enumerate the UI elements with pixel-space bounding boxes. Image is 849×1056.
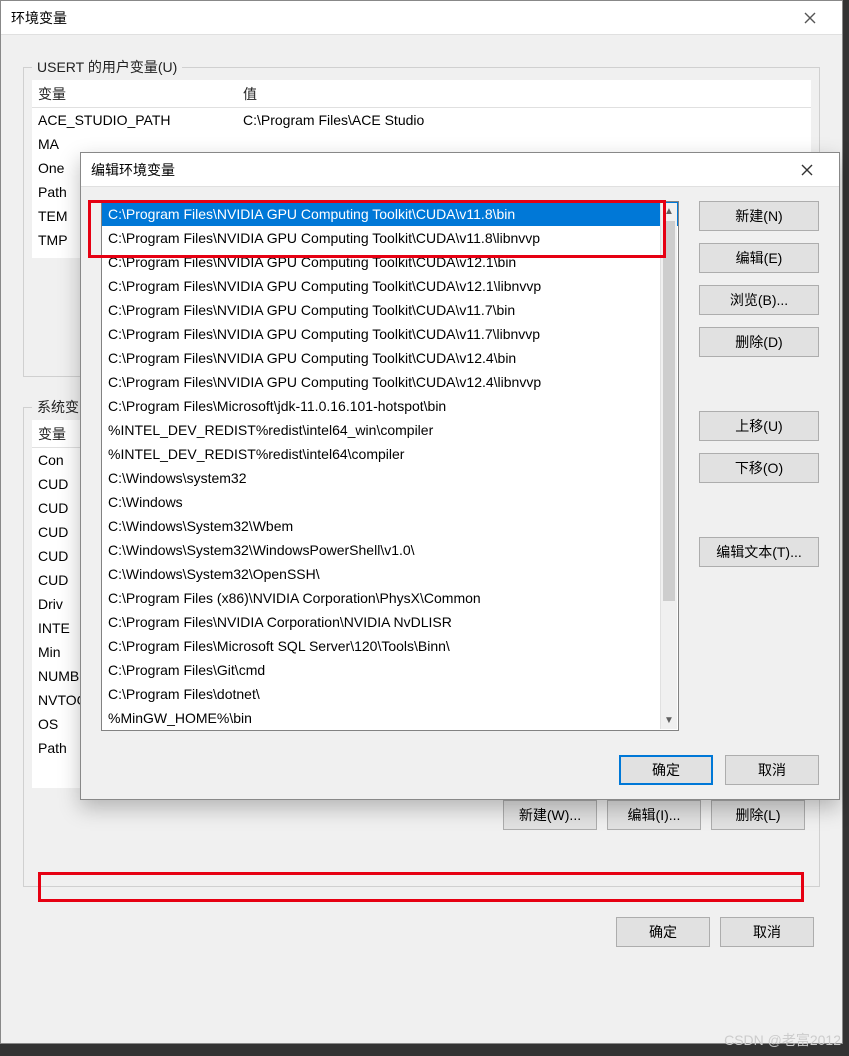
scroll-up-icon[interactable]: ▲ (661, 203, 677, 220)
inner-title: 编辑环境变量 (91, 160, 175, 180)
delete-button[interactable]: 删除(L) (711, 800, 805, 830)
list-item[interactable]: C:\Program Files\NVIDIA GPU Computing To… (102, 298, 678, 322)
outer-title: 环境变量 (11, 8, 67, 28)
outer-titlebar: 环境变量 (1, 1, 842, 35)
list-item[interactable]: C:\Program Files\NVIDIA GPU Computing To… (102, 370, 678, 394)
list-item[interactable]: C:\Program Files\Git\cmd (102, 658, 678, 682)
list-item[interactable]: C:\Windows\System32\WindowsPowerShell\v1… (102, 538, 678, 562)
user-table-header: 变量 值 (32, 80, 811, 108)
list-item[interactable]: %INTEL_DEV_REDIST%redist\intel64\compile… (102, 442, 678, 466)
edit-button[interactable]: 编辑(I)... (607, 800, 701, 830)
new-button[interactable]: 新建(N) (699, 201, 819, 231)
path-list-container: C:\Program Files\NVIDIA GPU Computing To… (101, 201, 679, 731)
list-item[interactable]: C:\Windows\System32\OpenSSH\ (102, 562, 678, 586)
list-item[interactable]: C:\Program Files\NVIDIA GPU Computing To… (102, 274, 678, 298)
list-item[interactable]: C:\Program Files\NVIDIA GPU Computing To… (102, 226, 678, 250)
path-list[interactable]: C:\Program Files\NVIDIA GPU Computing To… (102, 202, 678, 730)
scroll-thumb[interactable] (663, 221, 675, 601)
cancel-button[interactable]: 取消 (720, 917, 814, 947)
list-item[interactable]: C:\Program Files\NVIDIA GPU Computing To… (102, 346, 678, 370)
inner-footer: 确定 取消 (81, 745, 839, 785)
list-item[interactable]: C:\Program Files\NVIDIA GPU Computing To… (102, 250, 678, 274)
edit-button[interactable]: 编辑(E) (699, 243, 819, 273)
ok-button[interactable]: 确定 (616, 917, 710, 947)
edit-env-var-dialog: 编辑环境变量 C:\Program Files\NVIDIA GPU Compu… (80, 152, 840, 800)
outer-footer: 确定 取消 (23, 905, 820, 959)
header-var: 变量 (38, 84, 243, 104)
side-buttons: 新建(N) 编辑(E) 浏览(B)... 删除(D) 上移(U) 下移(O) 编… (699, 201, 819, 731)
cancel-button[interactable]: 取消 (725, 755, 819, 785)
table-row[interactable]: ACE_STUDIO_PATHC:\Program Files\ACE Stud… (32, 108, 811, 132)
close-icon[interactable] (785, 155, 829, 185)
edit-text-button[interactable]: 编辑文本(T)... (699, 537, 819, 567)
user-vars-legend: USERT 的用户变量(U) (32, 57, 182, 77)
close-icon[interactable] (788, 3, 832, 33)
list-item[interactable]: C:\Program Files\NVIDIA GPU Computing To… (102, 322, 678, 346)
header-val: 值 (243, 84, 257, 104)
list-item[interactable]: C:\Program Files\NVIDIA GPU Computing To… (102, 202, 678, 226)
move-down-button[interactable]: 下移(O) (699, 453, 819, 483)
list-item[interactable]: C:\Windows (102, 490, 678, 514)
list-item[interactable]: C:\Windows\System32\Wbem (102, 514, 678, 538)
list-item[interactable]: C:\Program Files\dotnet\ (102, 682, 678, 706)
browse-button[interactable]: 浏览(B)... (699, 285, 819, 315)
list-item[interactable]: C:\Program Files\NVIDIA Corporation\NVID… (102, 610, 678, 634)
new-button[interactable]: 新建(W)... (503, 800, 597, 830)
list-item[interactable]: C:\Windows\system32 (102, 466, 678, 490)
sys-vars-legend: 系统变 (32, 397, 84, 417)
list-item[interactable]: C:\Program Files\Microsoft SQL Server\12… (102, 634, 678, 658)
move-up-button[interactable]: 上移(U) (699, 411, 819, 441)
ok-button[interactable]: 确定 (619, 755, 713, 785)
list-item[interactable]: C:\Program Files\Microsoft\jdk-11.0.16.1… (102, 394, 678, 418)
list-item[interactable]: %MinGW_HOME%\bin (102, 706, 678, 730)
scroll-down-icon[interactable]: ▼ (661, 712, 677, 729)
scrollbar[interactable]: ▲ ▼ (660, 203, 677, 729)
list-item[interactable]: %INTEL_DEV_REDIST%redist\intel64_win\com… (102, 418, 678, 442)
watermark: CSDN @老富2012 (724, 1030, 841, 1050)
delete-button[interactable]: 删除(D) (699, 327, 819, 357)
inner-titlebar: 编辑环境变量 (81, 153, 839, 187)
list-item[interactable]: C:\Program Files (x86)\NVIDIA Corporatio… (102, 586, 678, 610)
